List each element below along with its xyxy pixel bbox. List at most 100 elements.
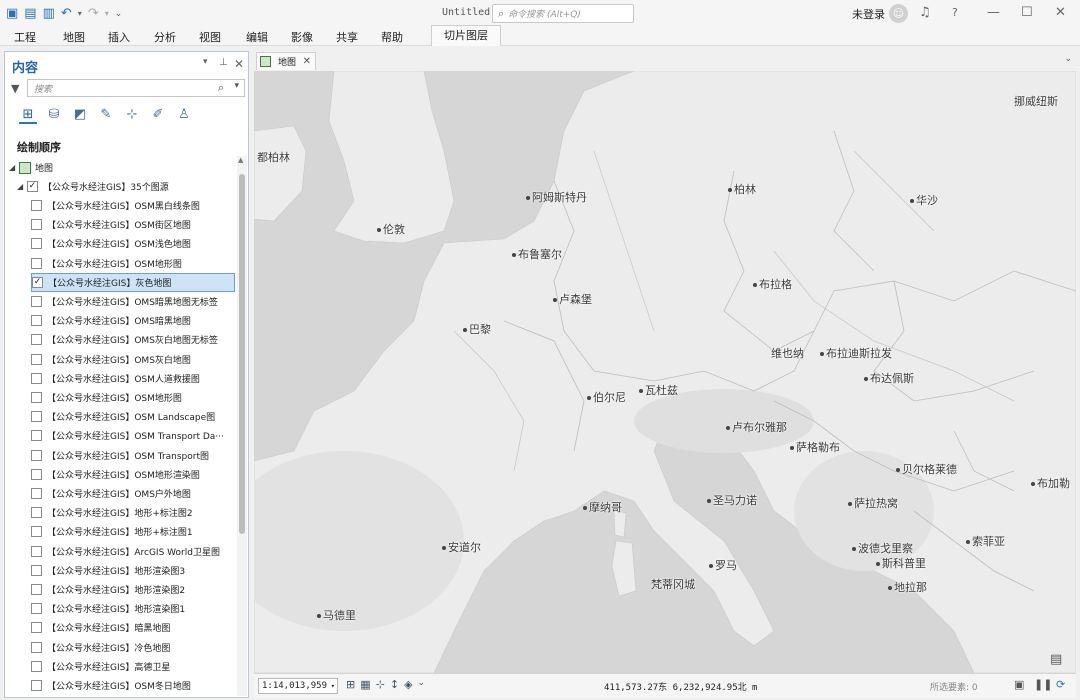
constraint-icon[interactable]: ↕ [390,678,399,691]
layer-visibility-checkbox[interactable] [31,315,42,327]
pin-icon[interactable]: ⊥ [219,57,228,68]
collapse-icon[interactable]: ◢ [17,182,27,191]
redo-dropdown-icon[interactable]: ▾ [105,6,109,22]
layer-visibility-checkbox[interactable] [31,353,42,365]
save-project-icon[interactable]: ▥ [43,6,55,22]
notification-bell-icon[interactable]: ♫ [919,5,931,21]
layer-visibility-checkbox[interactable] [31,488,42,499]
sign-in-status[interactable]: 未登录 [852,6,885,22]
close-pane-icon[interactable]: ✕ [234,57,244,71]
redo-icon[interactable]: ↷ [88,6,99,22]
map-view-tab[interactable]: 地图 ✕ [256,52,316,70]
layer-visibility-checkbox[interactable] [31,584,42,595]
refresh-icon[interactable]: ⟳ [1056,678,1065,691]
layer-visibility-checkbox[interactable]: ✓ [32,276,43,288]
chevron-down-icon[interactable]: ▾ [234,81,239,91]
tab-imagery[interactable]: 影像 [291,29,313,45]
layer-visibility-checkbox[interactable] [31,468,42,480]
layer-visibility-checkbox[interactable] [31,507,42,519]
dimension-icon[interactable]: ◈ [404,678,412,691]
layer-item[interactable]: 【公众号水经注GIS】OMS户外地图 [31,484,191,503]
layer-item[interactable]: 【公众号水经注GIS】OMS暗黑地图无标签 [31,292,218,311]
layer-item[interactable]: 【公众号水经注GIS】OSM冬日地图 [31,676,191,695]
layer-item[interactable]: 【公众号水经注GIS】ArcGIS World卫星图 [31,542,220,561]
tab-view[interactable]: 视图 [199,29,221,45]
layer-item[interactable]: 【公众号水经注GIS】OSM地形渲染图 [31,465,200,484]
layer-item[interactable]: 【公众号水经注GIS】高德卫星 [31,657,170,676]
tab-insert[interactable]: 插入 [108,29,130,45]
layer-item[interactable]: ✓ 【公众号水经注GIS】灰色地图 [31,272,235,292]
new-project-icon[interactable]: ▣ [6,6,18,22]
layer-item[interactable]: 【公众号水经注GIS】冷色地图 [31,638,170,657]
layer-item[interactable]: 【公众号水经注GIS】OSM黑白线条图 [31,196,200,215]
group-checkbox[interactable]: ✓ [27,181,38,192]
layer-visibility-checkbox[interactable] [31,392,42,403]
tab-project[interactable]: 工程 [14,29,36,45]
layer-visibility-checkbox[interactable] [31,660,42,672]
filter-icon[interactable]: ▼ [11,82,19,95]
layer-item[interactable]: 【公众号水经注GIS】地形渲染图2 [31,580,185,599]
snapping-icon[interactable]: ⊹ [376,678,385,691]
maximize-button[interactable]: ☐ [1021,5,1033,21]
map-view[interactable]: 挪威纽斯 都柏林 阿姆斯特丹 柏林 华沙 伦敦 布鲁塞尔 卢森堡 布拉格 巴黎 维也纳 布拉迪斯拉发布… [254,71,1076,673]
layer-item[interactable]: 【公众号水经注GIS】OSM Landscape图 [31,407,215,426]
layer-visibility-checkbox[interactable] [31,526,42,538]
catalog-side-icon[interactable]: ▤ [1050,652,1062,667]
tab-analysis[interactable]: 分析 [154,29,176,45]
chevron-down-icon[interactable]: ⌄ [418,678,426,691]
tab-tile-layer[interactable]: 切片图层 [431,25,501,46]
layer-item[interactable]: 【公众号水经注GIS】OSM地形图 [31,254,182,273]
close-button[interactable]: ✕ [1055,5,1066,21]
group-layer[interactable]: ◢ ✓ 【公众号水经注GIS】35个图源 [17,177,169,196]
layer-visibility-checkbox[interactable] [31,641,42,653]
list-by-editing-icon[interactable]: ✎ [97,106,115,124]
fixed-zoom-icon[interactable]: ⊞ [346,678,355,691]
layer-item[interactable]: 【公众号水经注GIS】OMS暗黑地图 [31,311,191,330]
tab-map[interactable]: 地图 [63,29,85,45]
layer-item[interactable]: 【公众号水经注GIS】地形渲染图3 [31,561,185,580]
chevron-down-icon[interactable]: ▾ [331,679,335,693]
tab-help[interactable]: 帮助 [381,29,403,45]
list-by-perspective-icon[interactable]: ♙ [175,106,193,124]
scale-selector[interactable]: 1:14,013,959 ▾ [258,678,338,694]
layer-visibility-checkbox[interactable] [31,238,42,250]
list-by-labeling-icon[interactable]: ✐ [149,106,167,124]
layer-visibility-checkbox[interactable] [31,372,42,384]
layer-item[interactable]: 【公众号水经注GIS】地形+标注图2 [31,503,193,522]
layer-item[interactable]: 【公众号水经注GIS】OSM Transport Da··· [31,426,224,445]
list-by-drawing-order-icon[interactable]: ⊞ [19,106,37,124]
layer-item[interactable]: 【公众号水经注GIS】OSM地形图 [31,388,182,407]
undo-icon[interactable]: ↶ [61,6,72,22]
layer-visibility-checkbox[interactable] [31,622,42,634]
collapse-icon[interactable]: ◢ [9,163,19,172]
help-button[interactable]: ? [952,5,958,21]
layer-item[interactable]: 【公众号水经注GIS】地形+标注图1 [31,522,193,541]
layer-visibility-checkbox[interactable] [31,334,42,346]
layer-item[interactable]: 【公众号水经注GIS】OSM浅色地图 [31,234,191,253]
layer-visibility-checkbox[interactable] [31,411,42,423]
grid-icon[interactable]: ▦ [360,678,370,691]
layer-visibility-checkbox[interactable] [31,545,42,557]
map-node[interactable]: ◢ 地图 [9,158,53,177]
layer-visibility-checkbox[interactable] [31,603,42,615]
scrollbar[interactable]: ▲ [237,156,247,696]
layer-visibility-checkbox[interactable] [31,564,42,576]
pane-menu-icon[interactable]: ▾ [203,57,208,67]
layer-item[interactable]: 【公众号水经注GIS】地形渲染图1 [31,599,185,618]
minimize-button[interactable]: — [987,5,1000,21]
layer-visibility-checkbox[interactable] [31,257,42,269]
close-tab-icon[interactable]: ✕ [303,56,311,67]
avatar[interactable]: ☺ [889,4,908,23]
layer-visibility-checkbox[interactable] [31,219,42,231]
table-icon[interactable]: ▣ [1014,678,1024,691]
pause-drawing-button[interactable]: ❚❚ [1034,678,1052,691]
tab-edit[interactable]: 编辑 [246,29,268,45]
layer-item[interactable]: 【公众号水经注GIS】OSM街区地图 [31,215,191,234]
list-by-selection-icon[interactable]: ◩ [71,106,89,124]
layer-visibility-checkbox[interactable] [31,680,42,691]
layer-visibility-checkbox[interactable] [31,296,42,307]
layer-visibility-checkbox[interactable] [31,200,42,211]
layer-item[interactable]: 【公众号水经注GIS】OMS灰白地图无标签 [31,330,218,349]
customize-toolbar-icon[interactable]: ⌄ [115,6,123,22]
tab-list-dropdown-icon[interactable]: ⌄ [1064,54,1072,64]
